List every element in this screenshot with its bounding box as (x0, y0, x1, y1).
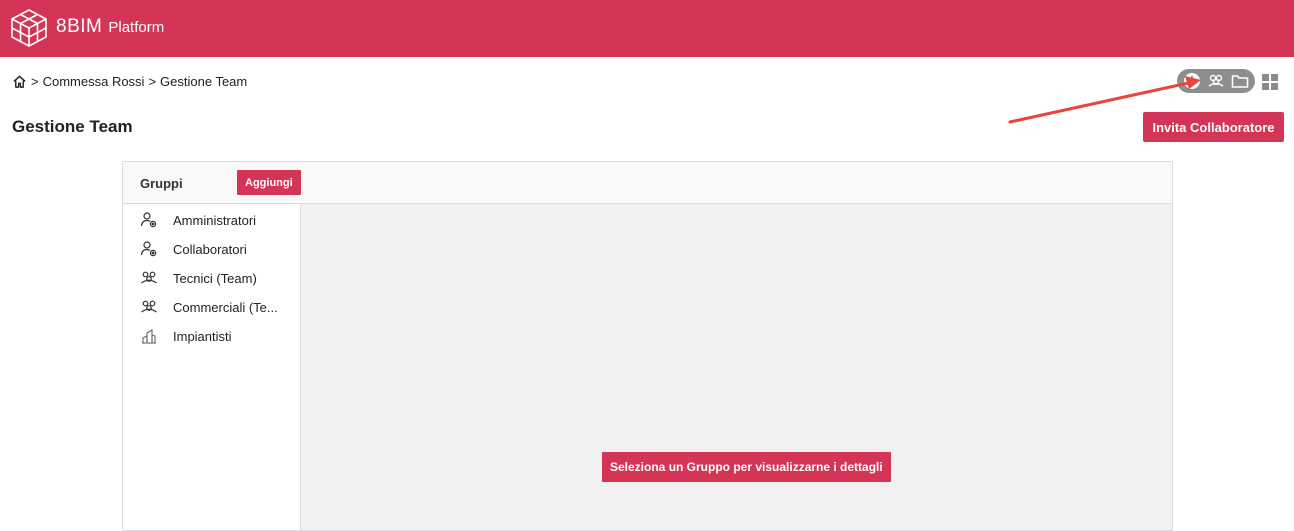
group-label: Tecnici (Team) (173, 270, 257, 286)
groups-panel-header: Gruppi Aggiungi (123, 162, 1172, 204)
group-label: Collaboratori (173, 241, 247, 257)
grid-icon[interactable] (1262, 74, 1278, 90)
top-bar: 8BIM Platform (0, 0, 1294, 57)
logo-icon[interactable] (10, 8, 48, 48)
user-gear-icon (140, 211, 158, 229)
breadcrumb-item-current: Gestione Team (160, 74, 248, 89)
breadcrumb-item-commessa[interactable]: Commessa Rossi (43, 74, 145, 89)
group-label: Commerciali (Te... (173, 299, 278, 315)
group-label: Impiantisti (173, 328, 232, 344)
group-list: Amministratori Collaboratori Tecnici (Te… (123, 204, 301, 530)
user-gear-icon (140, 240, 158, 258)
breadcrumb: > Commessa Rossi > Gestione Team (12, 74, 247, 89)
empty-selection-message: Seleziona un Gruppo per visualizzarne i … (602, 452, 891, 482)
brand-name[interactable]: 8BIM Platform (56, 16, 164, 38)
brand-main-text: 8BIM (56, 16, 103, 37)
building-icon (140, 327, 158, 345)
brand-sub-text: Platform (108, 19, 165, 36)
group-item-commerciali[interactable]: Commerciali (Te... (123, 294, 300, 320)
breadcrumb-separator: > (148, 74, 157, 89)
groups-header-label: Gruppi (140, 176, 183, 191)
group-item-impiantisti[interactable]: Impiantisti (123, 323, 300, 349)
team-icon (140, 269, 158, 287)
group-item-collaboratori[interactable]: Collaboratori (123, 236, 300, 262)
breadcrumb-separator: > (31, 74, 39, 89)
group-detail-area: Seleziona un Gruppo per visualizzarne i … (301, 204, 1172, 530)
add-group-button[interactable]: Aggiungi (237, 170, 301, 195)
group-label: Amministratori (173, 212, 257, 228)
team-icon[interactable] (1207, 72, 1225, 90)
team-icon (140, 298, 158, 316)
page-title: Gestione Team (12, 117, 133, 136)
groups-panel: Gruppi Aggiungi Amministratori Collabora… (122, 161, 1173, 531)
folder-icon[interactable] (1231, 73, 1249, 89)
group-item-tecnici[interactable]: Tecnici (Team) (123, 265, 300, 291)
group-item-amministratori[interactable]: Amministratori (123, 207, 300, 233)
home-icon[interactable] (12, 74, 27, 89)
invite-collaborator-button[interactable]: Invita Collaboratore (1143, 112, 1284, 142)
